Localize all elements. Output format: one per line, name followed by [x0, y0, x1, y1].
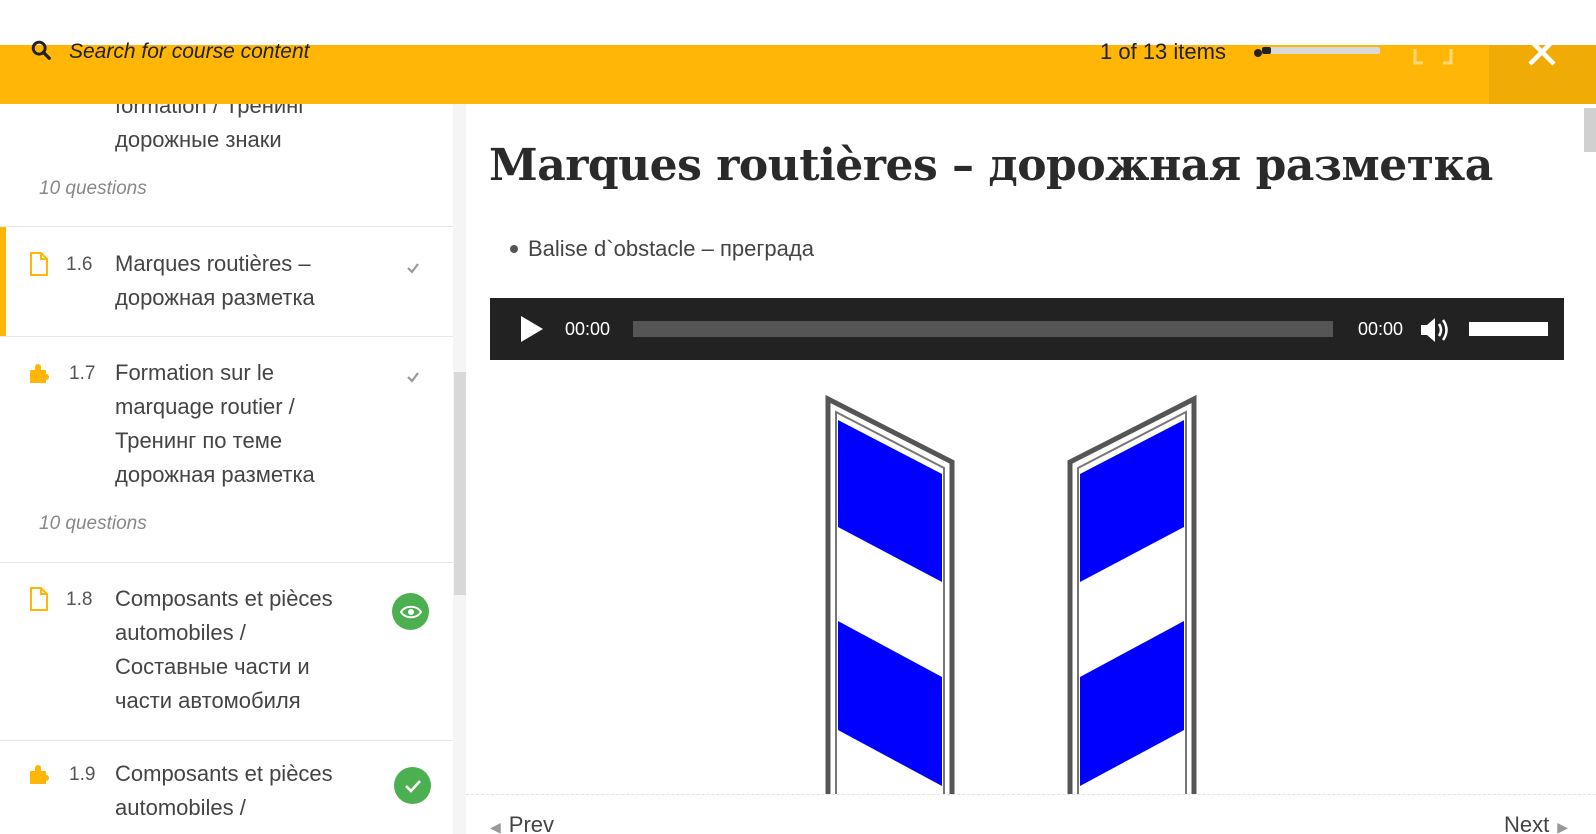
volume-icon[interactable] [1419, 315, 1451, 345]
sign-blue-panel [838, 621, 942, 786]
items-count: 1 of 13 items [1100, 39, 1226, 64]
search-input[interactable] [69, 39, 489, 65]
close-course-button[interactable] [1489, 38, 1596, 104]
active-item-indicator [0, 227, 6, 336]
curriculum-item-title-line: Тренинг по теме [115, 428, 283, 453]
preview-badge[interactable] [392, 593, 429, 630]
passed-badge [394, 767, 431, 804]
curriculum-item-title-line: Composants et pièces [115, 761, 333, 786]
puzzle-icon [30, 364, 49, 383]
obstacle-marker-image [825, 394, 1197, 794]
curriculum-item-title-line: дорожная разметка [115, 285, 315, 310]
curriculum-item-title-line: Marques routières – [115, 251, 311, 276]
chevron-right-icon: ▶ [1557, 819, 1569, 834]
next-label: Next [1504, 812, 1550, 834]
play-icon[interactable] [519, 315, 545, 343]
document-icon [30, 587, 48, 611]
question-count: 10 questions [39, 178, 147, 199]
item-divider [0, 336, 453, 337]
footer-divider [466, 794, 1596, 795]
course-progress-fill [1262, 47, 1272, 54]
next-button[interactable]: Next ▶ [1504, 812, 1568, 834]
progress-dot [1254, 49, 1262, 57]
curriculum-item-title-line: Составные части и [115, 654, 310, 679]
curriculum-item-title-line: marquage routier / [115, 394, 295, 419]
bullet-marker [510, 245, 518, 253]
lesson-content: Marques routières – дорожная разметка Ba… [466, 104, 1596, 834]
curriculum-item-number: 1.9 [69, 764, 96, 785]
course-header-bar: 1 of 13 items [0, 38, 1596, 104]
curriculum-item-number: 1.8 [66, 589, 93, 610]
current-time: 00:00 [565, 319, 611, 339]
document-icon [30, 252, 48, 276]
prev-label: Prev [508, 812, 555, 834]
item-divider [0, 226, 453, 227]
chevron-left-icon: ◀ [490, 819, 501, 834]
question-count: 10 questions [39, 513, 147, 534]
prev-button[interactable]: ◀ Prev [490, 812, 554, 834]
curriculum-item-title-line: automobiles / [115, 620, 246, 645]
curriculum-item-number: 1.6 [66, 254, 93, 275]
eye-icon [399, 605, 422, 618]
curriculum-item-title-line: дорожные знаки [115, 127, 282, 152]
curriculum-item-title-line: Formation sur le [115, 360, 274, 385]
bullet-text: Balise d`obstacle – преграда [528, 236, 814, 261]
item-divider [0, 740, 453, 741]
course-progress-bar [1262, 47, 1380, 54]
curriculum-item-title-line: дорожная разметка [115, 462, 315, 487]
fullscreen-icon[interactable] [1412, 45, 1454, 69]
lesson-title: Marques routières – дорожная разметка [489, 140, 1493, 191]
curriculum-item-title-line: automobiles / [115, 795, 246, 820]
check-icon [404, 779, 421, 793]
sign-blue-panel [1080, 420, 1184, 582]
close-icon [1528, 38, 1556, 66]
curriculum-item-title-line: formation / Тренинг [115, 104, 307, 118]
curriculum-item-title-line: части автомобиля [115, 688, 301, 713]
content-scrollbar-thumb[interactable] [1584, 108, 1596, 152]
check-icon [407, 263, 419, 274]
volume-slider[interactable] [1469, 322, 1548, 336]
puzzle-icon [30, 765, 49, 784]
check-icon [407, 372, 419, 383]
seek-bar[interactable] [633, 321, 1333, 337]
item-divider [0, 562, 453, 563]
curriculum-item-number: 1.7 [69, 363, 96, 384]
sign-blue-panel [838, 420, 942, 582]
search-icon[interactable] [30, 39, 52, 61]
duration-time: 00:00 [1358, 319, 1404, 339]
audio-player: 00:00 00:00 [490, 298, 1564, 360]
curriculum-sidebar: formation / Тренинг дорожные знаки 10 qu… [0, 104, 453, 834]
sign-blue-panel [1080, 621, 1184, 786]
curriculum-item-title-line: Composants et pièces [115, 586, 333, 611]
